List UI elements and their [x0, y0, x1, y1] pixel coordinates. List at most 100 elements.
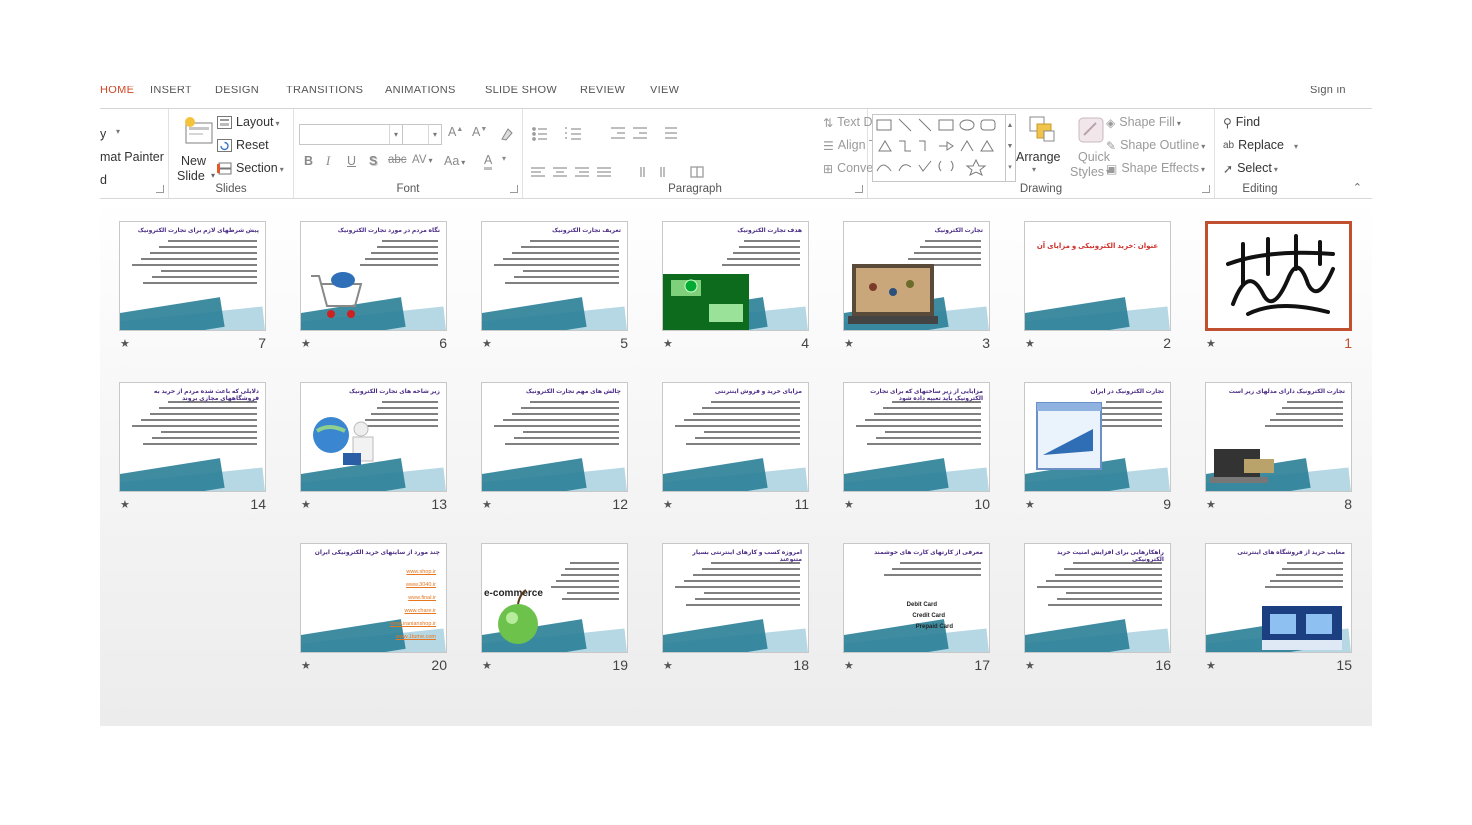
font-color-button[interactable]: A: [484, 153, 493, 170]
tab-design[interactable]: DESIGN: [215, 86, 259, 96]
chevron-down-icon: ▾: [502, 154, 507, 163]
font-size-combo[interactable]: ▾: [402, 124, 442, 145]
dialog-launcher-icon[interactable]: [855, 185, 863, 193]
paste-fragment[interactable]: y: [100, 127, 106, 141]
animation-star-icon[interactable]: ★: [482, 337, 492, 350]
text-shadow-button[interactable]: S: [369, 154, 377, 168]
shape-fill-button[interactable]: ◈ Shape Fill ▾: [1106, 115, 1181, 130]
slide-thumbnail-20[interactable]: چند مورد از سایتهای خرید الکترونیکی ایرا…: [300, 543, 447, 653]
text-line: [371, 252, 438, 254]
binoculars-icon: ⚲: [1223, 115, 1232, 130]
slide-thumbnail-17[interactable]: معرفی از کارتهای کارت های خوشمند Debit Ca…: [843, 543, 990, 653]
quick-styles-icon: [1078, 117, 1104, 143]
change-case-button[interactable]: Aa ▾: [444, 154, 465, 168]
paragraph-format-icons[interactable]: [531, 124, 771, 184]
slide-thumbnail-6[interactable]: نگاه مردم در مورد تجارت الکترونیک: [300, 221, 447, 331]
slide-thumbnail-3[interactable]: تجارت الکترونیک: [843, 221, 990, 331]
sign-in-link[interactable]: Sign in: [1310, 86, 1346, 96]
layout-button[interactable]: Layout ▾: [217, 115, 280, 130]
animation-star-icon[interactable]: ★: [301, 498, 311, 511]
slide-thumbnail-5[interactable]: تعریف تجارت الکترونیک: [481, 221, 628, 331]
underline-button[interactable]: U: [347, 154, 356, 168]
clear-formatting-icon[interactable]: [499, 127, 514, 141]
text-line: [382, 240, 438, 242]
character-spacing-button[interactable]: AV ▾: [412, 154, 433, 166]
slide-thumbnail-9[interactable]: تجارت الکترونیک در ایران: [1024, 382, 1171, 492]
slide-thumbnail-12[interactable]: چالش های مهم تجارت الکترونیک: [481, 382, 628, 492]
format-painter-button[interactable]: mat Painter: [100, 150, 164, 164]
slide-thumbnail-14[interactable]: دلایلی که باعث شده مردم از خرید به فروشگ…: [119, 382, 266, 492]
tab-animations[interactable]: ANIMATIONS: [385, 86, 456, 96]
slide-thumbnail-13[interactable]: زیر شاخه های تجارت الکترونیک: [300, 382, 447, 492]
shrink-font-icon[interactable]: A▼: [472, 125, 487, 139]
slide-thumbnail-7[interactable]: پیش شرطهای لازم برای تجارت الکترونیک: [119, 221, 266, 331]
shapes-gallery-scroll[interactable]: ▲ ▼ ▾: [1005, 114, 1016, 182]
italic-button[interactable]: I: [326, 154, 330, 169]
font-color-label: A: [484, 153, 493, 167]
animation-star-icon[interactable]: ★: [482, 498, 492, 511]
animation-star-icon[interactable]: ★: [844, 659, 854, 672]
slide-thumbnail-15[interactable]: معایب خرید از فروشگاه های اینترنتی: [1205, 543, 1352, 653]
dialog-launcher-icon[interactable]: [156, 185, 164, 193]
dialog-launcher-icon[interactable]: [1202, 185, 1210, 193]
slide-thumbnail-2[interactable]: عنوان :خرید الکترونیکی و مزایای آن: [1024, 221, 1171, 331]
section-icon: [217, 162, 232, 175]
slide-body-text: [1263, 562, 1343, 592]
bold-button[interactable]: B: [304, 154, 313, 168]
animation-star-icon[interactable]: ★: [1206, 337, 1216, 350]
slide-thumbnail-1[interactable]: [1205, 221, 1352, 331]
animation-star-icon[interactable]: ★: [1025, 498, 1035, 511]
tab-transitions[interactable]: TRANSITIONS: [286, 86, 363, 96]
tab-slide-show[interactable]: SLIDE SHOW: [485, 86, 557, 96]
text-line: [1276, 413, 1343, 415]
text-line: [1281, 568, 1343, 570]
animation-star-icon[interactable]: ★: [844, 498, 854, 511]
shape-outline-button[interactable]: ✎ Shape Outline ▾: [1106, 138, 1205, 153]
section-button[interactable]: Section ▾: [217, 161, 284, 175]
animation-star-icon[interactable]: ★: [120, 498, 130, 511]
select-button[interactable]: ➚ Select ▾: [1223, 161, 1278, 176]
replace-button[interactable]: ab Replace ▾: [1223, 138, 1298, 152]
editing-group-label: Editing: [1242, 183, 1278, 195]
animation-star-icon[interactable]: ★: [663, 659, 673, 672]
slide-thumbnail-19[interactable]: e-commerce: [481, 543, 628, 653]
animation-star-icon[interactable]: ★: [1206, 659, 1216, 672]
tab-insert[interactable]: INSERT: [150, 86, 192, 96]
slide-thumbnail-10[interactable]: مزایایی از زیر ساختهای که برای تجارت الک…: [843, 382, 990, 492]
shape-effects-button[interactable]: ▣ Shape Effects ▾: [1106, 161, 1205, 176]
slide-thumbnail-4[interactable]: هدف تجارت الکترونیک: [662, 221, 809, 331]
animation-star-icon[interactable]: ★: [844, 337, 854, 350]
arrange-button[interactable]: Arrange ▾: [1016, 115, 1066, 185]
animation-star-icon[interactable]: ★: [1025, 659, 1035, 672]
tab-review[interactable]: REVIEW: [580, 86, 625, 96]
dialog-launcher-icon[interactable]: [510, 185, 518, 193]
slide-body-text: [720, 240, 800, 270]
strikethrough-button[interactable]: abc: [388, 154, 407, 166]
tab-view[interactable]: VIEW: [650, 86, 679, 96]
slide-thumbnail-16[interactable]: راهکارهایی برای افزایش امنیت خرید الکترو…: [1024, 543, 1171, 653]
text-line: [1287, 562, 1343, 564]
grow-font-icon[interactable]: A▲: [448, 125, 463, 139]
animation-star-icon[interactable]: ★: [1025, 337, 1035, 350]
animation-star-icon[interactable]: ★: [482, 659, 492, 672]
slide-thumbnail-8[interactable]: تجارت الکترونیک دارای مدلهای زیر است: [1205, 382, 1352, 492]
font-name-combo[interactable]: ▾: [299, 124, 403, 145]
find-button[interactable]: ⚲ Find: [1223, 115, 1260, 130]
animation-star-icon[interactable]: ★: [663, 498, 673, 511]
animation-star-icon[interactable]: ★: [663, 337, 673, 350]
animation-star-icon[interactable]: ★: [120, 337, 130, 350]
animation-star-icon[interactable]: ★: [301, 659, 311, 672]
tab-home[interactable]: HOME: [100, 86, 134, 96]
text-line: [925, 240, 981, 242]
collapse-ribbon-icon[interactable]: ⌃: [1353, 181, 1362, 194]
new-slide-button[interactable]: New Slide ▾: [177, 113, 221, 191]
reset-button[interactable]: Reset: [217, 138, 269, 153]
slide-thumbnail-18[interactable]: امروزه کسب و کارهای اینترنتی بسیار متنوع…: [662, 543, 809, 653]
align-text-icon: ☰: [823, 138, 834, 153]
slide-thumbnail-11[interactable]: مزایای خرید و فروش اینترنتی: [662, 382, 809, 492]
animation-star-icon[interactable]: ★: [1206, 498, 1216, 511]
slide-number: 11: [794, 496, 809, 512]
shapes-gallery[interactable]: [872, 114, 1006, 182]
shapes-icons: [876, 118, 996, 177]
animation-star-icon[interactable]: ★: [301, 337, 311, 350]
